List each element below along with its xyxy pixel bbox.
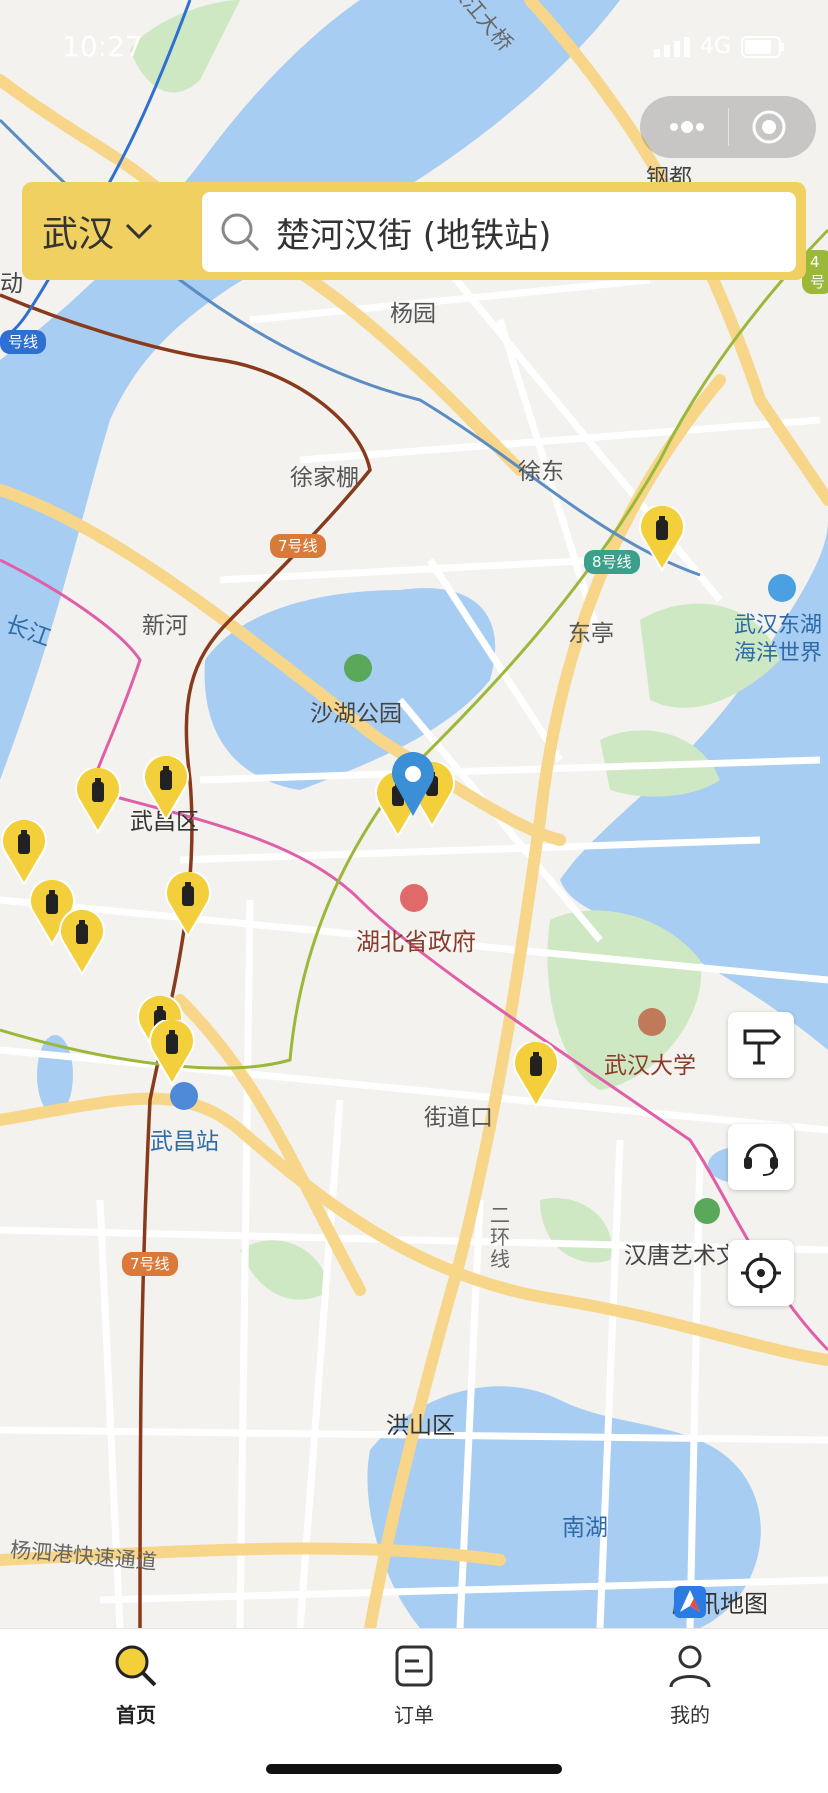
luggage-storage-marker[interactable] <box>512 1042 560 1108</box>
locate-button[interactable] <box>728 1240 794 1306</box>
miniprogram-capsule <box>640 96 816 158</box>
label-hubei-gov: 湖北省政府 <box>356 928 476 956</box>
luggage-storage-marker[interactable] <box>58 910 106 976</box>
label-hongshan-district: 洪山区 <box>386 1413 455 1439</box>
label-xudong: 徐东 <box>518 459 564 485</box>
luggage-storage-marker[interactable] <box>148 1020 196 1086</box>
city-selector[interactable]: 武汉 <box>42 196 192 266</box>
headset-icon <box>744 1143 778 1176</box>
metro-badge-line-left: 号线 <box>0 330 47 354</box>
label-shahu-park: 沙湖公园 <box>310 701 402 727</box>
capsule-divider <box>728 108 729 146</box>
tab-orders[interactable]: 订单 <box>344 1641 484 1728</box>
luggage-storage-marker[interactable] <box>638 506 686 572</box>
label-wuhan-university: 武汉大学 <box>604 1053 696 1079</box>
luggage-storage-marker[interactable] <box>74 768 122 834</box>
signpost-icon <box>743 1029 782 1065</box>
label-xinhe: 新河 <box>142 613 188 639</box>
customer-service-button[interactable] <box>728 1124 794 1190</box>
label-jiedaokou: 街道口 <box>424 1105 493 1131</box>
route-button[interactable] <box>728 1012 794 1078</box>
scenic-icon <box>694 1198 720 1224</box>
tab-mine[interactable]: 我的 <box>620 1641 760 1728</box>
search-input[interactable]: 楚河汉街 (地铁站) <box>202 192 796 272</box>
status-time: 10:27 <box>62 30 143 63</box>
label-yangyuan: 杨园 <box>390 301 436 327</box>
luggage-storage-marker[interactable] <box>0 820 48 886</box>
tab-mine-label: 我的 <box>670 1703 710 1727</box>
signal-icon <box>654 36 690 57</box>
more-options-icon[interactable] <box>666 114 708 140</box>
luggage-storage-marker[interactable] <box>164 872 212 938</box>
tab-home[interactable]: 首页 <box>66 1641 206 1728</box>
government-icon <box>400 884 428 912</box>
search-icon <box>221 213 260 252</box>
label-dongting: 东亭 <box>568 621 614 647</box>
search-home-icon <box>115 1645 157 1687</box>
status-icons: 4G <box>654 34 785 59</box>
label-wuchang-station: 武昌站 <box>150 1129 219 1155</box>
chevron-down-icon <box>125 223 153 240</box>
user-icon <box>669 1645 711 1688</box>
aquarium-icon <box>768 574 796 602</box>
metro-badge-line7: 7号线 <box>270 534 326 558</box>
metro-badge-line8: 8号线 <box>584 550 640 574</box>
home-indicator <box>266 1764 562 1774</box>
tab-home-label: 首页 <box>116 1703 156 1727</box>
label-dong-partial: 动 <box>0 271 23 297</box>
luggage-storage-marker[interactable] <box>142 756 190 822</box>
label-second-ring: 二环线 <box>490 1203 510 1271</box>
label-nanhu: 南湖 <box>562 1515 608 1541</box>
location-marker-icon <box>392 752 434 816</box>
close-miniprogram-icon[interactable] <box>750 108 788 150</box>
label-xujiapeng: 徐家棚 <box>290 465 359 491</box>
tab-orders-label: 订单 <box>394 1703 434 1727</box>
orders-icon <box>395 1645 433 1687</box>
label-east-lake-ocean: 武汉东湖海洋世界 <box>734 613 823 666</box>
train-station-icon <box>170 1082 198 1110</box>
tencent-map-logo-icon <box>674 1586 706 1618</box>
battery-icon <box>741 35 785 58</box>
metro-badge-line7-south: 7号线 <box>122 1252 178 1276</box>
map-watermark: 腾讯地图 <box>672 1584 768 1619</box>
network-type: 4G <box>700 34 732 59</box>
crosshair-icon <box>741 1253 781 1293</box>
city-name: 武汉 <box>42 214 115 255</box>
university-icon <box>638 1008 666 1036</box>
search-query: 楚河汉街 (地铁站) <box>276 215 552 256</box>
park-icon <box>344 654 372 682</box>
